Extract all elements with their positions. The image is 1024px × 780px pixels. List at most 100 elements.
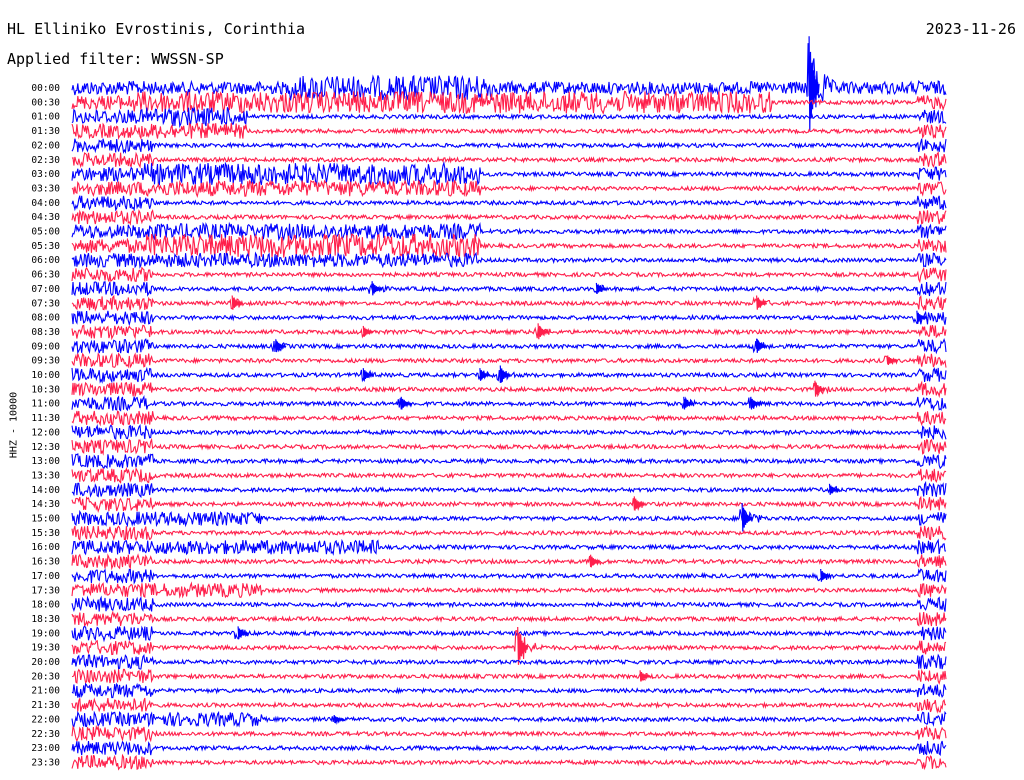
seismic-event-mark: [499, 365, 511, 383]
seismic-event-mark: [590, 554, 602, 568]
trace-row: [71, 653, 947, 670]
trace-row: [71, 453, 947, 470]
row-time-label: 01:00: [31, 112, 60, 123]
trace-row: [71, 466, 947, 484]
row-time-label: 10:30: [31, 384, 60, 395]
trace-row: [71, 294, 947, 312]
row-time-label: 06:00: [31, 255, 60, 266]
row-time-label: 10:00: [31, 370, 60, 381]
row-time-label: 04:30: [31, 212, 60, 223]
row-time-label: 08:00: [31, 313, 60, 324]
trace-row: [71, 682, 947, 699]
trace-row: [71, 538, 947, 556]
seismic-event-mark: [741, 502, 753, 532]
row-time-label: 12:30: [31, 442, 60, 453]
trace-row: [71, 221, 947, 242]
trace-row: [71, 625, 947, 643]
row-time-label: 05:30: [31, 241, 60, 252]
trace-row: [71, 495, 947, 514]
row-time-label: 16:30: [31, 557, 60, 568]
row-time-label: 19:30: [31, 643, 60, 654]
row-time-label: 09:30: [31, 356, 60, 367]
seismic-event-mark: [479, 368, 491, 381]
row-time-label: 20:00: [31, 657, 60, 668]
trace-row: [71, 310, 947, 327]
trace-row: [71, 281, 947, 297]
seismic-event-mark: [756, 295, 768, 310]
seismic-event-mark: [828, 483, 841, 495]
trace-row: [71, 480, 947, 499]
trace-row: [71, 581, 947, 599]
row-time-label: 20:30: [31, 671, 60, 682]
trace-group: [71, 36, 947, 771]
row-time-label: 12:00: [31, 427, 60, 438]
row-time-label: 15:00: [31, 514, 60, 525]
row-time-label: 06:30: [31, 270, 60, 281]
trace-row: [71, 161, 947, 187]
trace-row: [71, 395, 947, 412]
row-time-label: 14:00: [31, 485, 60, 496]
row-time-label: 08:30: [31, 327, 60, 338]
trace-row: [71, 668, 947, 685]
row-time-label: 17:00: [31, 571, 60, 582]
row-time-label: 18:00: [31, 600, 60, 611]
row-time-label: 07:00: [31, 284, 60, 295]
row-time-label: 21:30: [31, 700, 60, 711]
row-time-label: 18:30: [31, 614, 60, 625]
trace-row: [71, 266, 947, 284]
trace-row: [71, 630, 947, 660]
trace-row: [71, 710, 947, 728]
trace-row: [71, 525, 947, 542]
row-time-label: 15:30: [31, 528, 60, 539]
trace-row: [71, 553, 947, 571]
row-time-label: 04:00: [31, 198, 60, 209]
trace-row: [71, 338, 947, 355]
trace-row: [71, 179, 947, 199]
row-time-label: 14:30: [31, 499, 60, 510]
seismic-event-mark: [537, 323, 549, 340]
row-time-label: 22:00: [31, 714, 60, 725]
trace-row: [71, 724, 947, 743]
row-time-label: 16:00: [31, 542, 60, 553]
row-time-label: 02:00: [31, 140, 60, 151]
row-time-label: 13:30: [31, 470, 60, 481]
row-time-label: 11:30: [31, 413, 60, 424]
trace-row: [71, 352, 947, 369]
trace-row: [71, 121, 947, 141]
row-time-label: 23:30: [31, 757, 60, 768]
trace-row: [71, 233, 947, 259]
trace-row: [71, 195, 947, 212]
row-time-label: 17:30: [31, 585, 60, 596]
trace-row: [71, 595, 947, 612]
row-time-label: 03:30: [31, 183, 60, 194]
trace-row: [71, 251, 947, 269]
seismic-event-mark: [633, 496, 645, 511]
row-time-label: 21:00: [31, 686, 60, 697]
seismic-event-mark: [595, 282, 607, 294]
seismic-event-mark: [400, 396, 412, 410]
seismic-event-mark: [371, 281, 383, 296]
trace-row: [71, 568, 947, 585]
row-time-label: 05:00: [31, 227, 60, 238]
row-time-label: 22:30: [31, 729, 60, 740]
trace-row: [71, 423, 947, 441]
trace-row: [71, 209, 947, 226]
row-time-label: 09:00: [31, 341, 60, 352]
trace-row: [71, 753, 947, 771]
row-time-label: 00:00: [31, 83, 60, 94]
trace-row: [71, 610, 947, 628]
trace-row: [71, 697, 947, 714]
trace-row: [71, 324, 947, 341]
row-time-label: 01:30: [31, 126, 60, 137]
row-time-label: 11:00: [31, 399, 60, 410]
helicorder-plot: 00:00 00:30 01:00 01:30 02:00 02:30 03:00 03:30…: [31, 36, 947, 771]
row-time-label: 23:00: [31, 743, 60, 754]
row-time-label: 13:00: [31, 456, 60, 467]
row-time-label: 07:30: [31, 298, 60, 309]
seismic-event-mark: [237, 626, 249, 640]
trace-row: [71, 138, 947, 155]
seismic-event-mark: [750, 396, 762, 410]
row-time-label: 00:30: [31, 97, 60, 108]
row-time-label: 02:30: [31, 155, 60, 166]
trace-row: [71, 508, 947, 528]
